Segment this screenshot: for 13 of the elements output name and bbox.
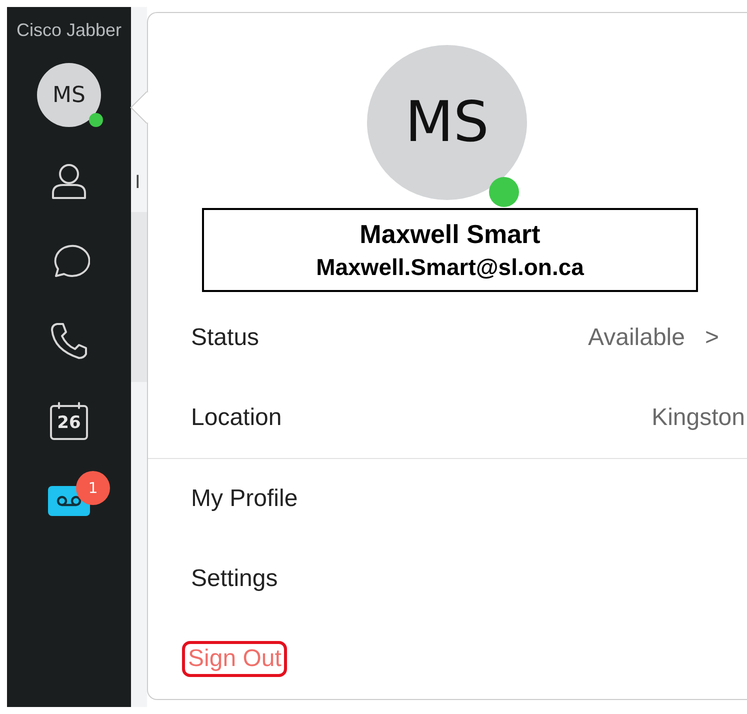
avatar-button[interactable]: MS	[37, 63, 102, 127]
chevron-icon[interactable]: >	[704, 324, 719, 352]
field-value: Kingston	[652, 404, 745, 432]
field-value[interactable]: Available	[588, 324, 685, 352]
menu-item[interactable]: Settings	[185, 563, 284, 595]
partial-text: I	[134, 170, 142, 194]
user-email: Maxwell.Smart@sl.on.ca	[316, 254, 584, 282]
field-label: Location	[191, 404, 282, 432]
menu-item[interactable]: My Profile	[185, 483, 304, 515]
app-title: Cisco Jabber	[16, 20, 122, 41]
unread-badge: 1	[76, 471, 110, 505]
field-label: Status	[191, 324, 260, 352]
user-name: Maxwell Smart	[360, 219, 540, 250]
